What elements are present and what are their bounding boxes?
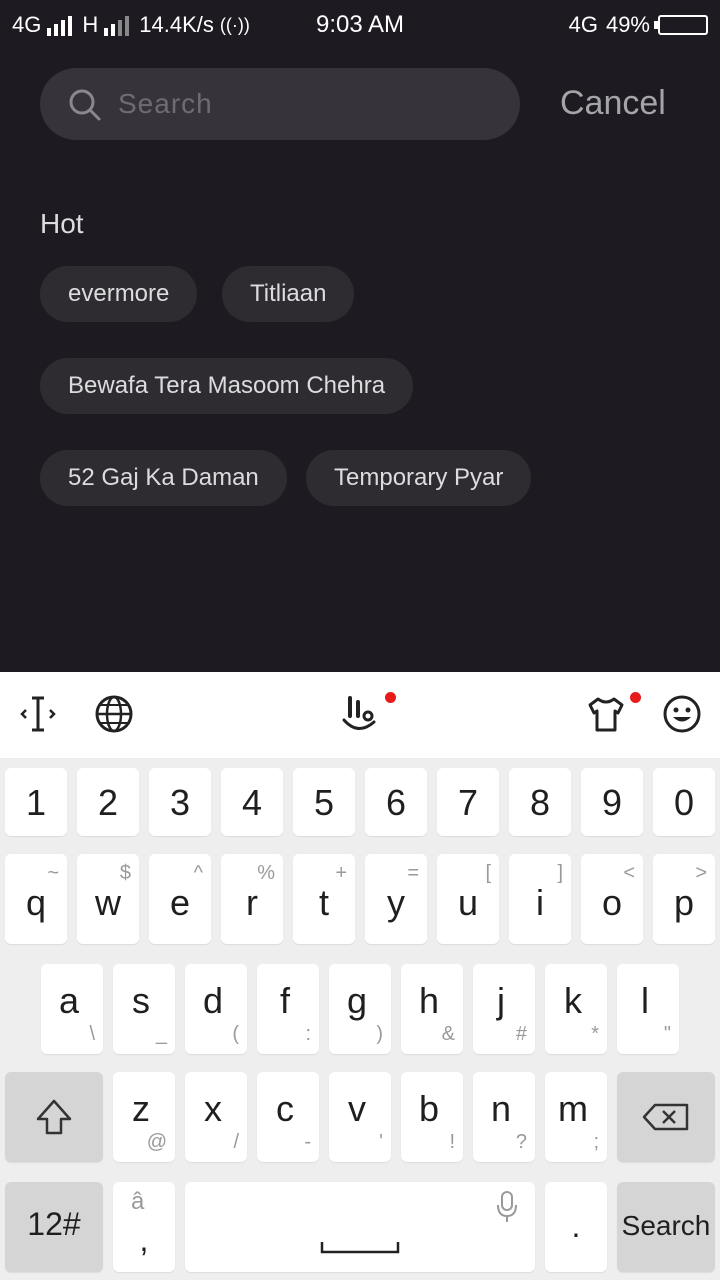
key-g[interactable]: g): [329, 964, 391, 1054]
key-d[interactable]: d(: [185, 964, 247, 1054]
battery-icon: [654, 15, 708, 35]
key-r[interactable]: % r: [221, 854, 283, 944]
key-2[interactable]: 2: [77, 768, 139, 836]
notification-dot: [630, 692, 641, 703]
key-f[interactable]: f:: [257, 964, 319, 1054]
key-e[interactable]: ^ e: [149, 854, 211, 944]
key-t[interactable]: + t: [293, 854, 355, 944]
key-s[interactable]: s _: [113, 964, 175, 1054]
key-h[interactable]: h &: [401, 964, 463, 1054]
key-c[interactable]: c-: [257, 1072, 319, 1162]
key-n[interactable]: n?: [473, 1072, 535, 1162]
key-o[interactable]: < o: [581, 854, 643, 944]
hot-chip[interactable]: evermore: [40, 266, 198, 322]
comma-key[interactable]: â ,: [113, 1182, 175, 1272]
key-k[interactable]: k *: [545, 964, 607, 1054]
key-1[interactable]: 1: [5, 768, 67, 836]
gesture-icon[interactable]: [338, 692, 382, 736]
hot-chip[interactable]: Temporary Pyar: [306, 450, 532, 506]
key-m[interactable]: m;: [545, 1072, 607, 1162]
space-bar[interactable]: [185, 1182, 535, 1272]
hot-section-title: Hot: [40, 208, 84, 239]
key-x[interactable]: x /: [185, 1072, 247, 1162]
key-a[interactable]: a \: [41, 964, 103, 1054]
status-bar: 4G H 14.4K/s ((·)) 9:03 AM 4G 49%: [0, 0, 720, 50]
notification-dot: [385, 692, 396, 703]
backspace-key[interactable]: [617, 1072, 715, 1162]
keyboard: 1 2 3 4 5 6 7 8 9 0 ~ q $ w ^ e % r + t = y [u…: [0, 672, 720, 1280]
network-type-label-3: 4G: [568, 12, 598, 37]
key-u[interactable]: [u: [437, 854, 499, 944]
emoji-icon[interactable]: [660, 692, 704, 736]
key-j[interactable]: j #: [473, 964, 535, 1054]
key-v[interactable]: v ': [329, 1072, 391, 1162]
hot-chip[interactable]: Bewafa Tera Masoom Chehra: [40, 358, 414, 414]
shift-arrow-icon: [36, 1099, 72, 1135]
key-5[interactable]: 5: [293, 768, 355, 836]
key-w[interactable]: $ w: [77, 854, 139, 944]
space-icon: [320, 1242, 400, 1254]
key-0[interactable]: 0: [653, 768, 715, 836]
search-icon: [69, 89, 101, 121]
key-7[interactable]: 7: [437, 768, 499, 836]
key-z[interactable]: z @: [113, 1072, 175, 1162]
search-input[interactable]: [118, 68, 498, 140]
key-i[interactable]: ] i: [509, 854, 571, 944]
language-switch-icon: â: [131, 1188, 145, 1215]
symbols-key[interactable]: 12#: [5, 1182, 103, 1272]
shift-key[interactable]: [5, 1072, 103, 1162]
key-4[interactable]: 4: [221, 768, 283, 836]
theme-shirt-icon[interactable]: [584, 692, 628, 736]
hot-chip[interactable]: Titliaan: [222, 266, 355, 322]
search-key[interactable]: Search: [617, 1182, 715, 1272]
key-9[interactable]: 9: [581, 768, 643, 836]
key-q[interactable]: ~ q: [5, 854, 67, 944]
key-l[interactable]: l ": [617, 964, 679, 1054]
cancel-button[interactable]: Cancel: [560, 84, 666, 123]
key-6[interactable]: 6: [365, 768, 427, 836]
cursor-icon[interactable]: [16, 692, 60, 736]
microphone-icon: [497, 1191, 517, 1222]
battery-percent: 49%: [605, 12, 650, 37]
key-y[interactable]: = y: [365, 854, 427, 944]
key-3[interactable]: 3: [149, 768, 211, 836]
keyboard-toolbar: [0, 672, 720, 758]
key-p[interactable]: > p: [653, 854, 715, 944]
backspace-icon: [642, 1103, 689, 1131]
hot-chip[interactable]: 52 Gaj Ka Daman: [40, 450, 287, 506]
key-8[interactable]: 8: [509, 768, 571, 836]
key-b[interactable]: b!: [401, 1072, 463, 1162]
globe-icon[interactable]: [92, 692, 136, 736]
period-key[interactable]: .: [545, 1182, 607, 1272]
search-bar[interactable]: [40, 68, 520, 140]
